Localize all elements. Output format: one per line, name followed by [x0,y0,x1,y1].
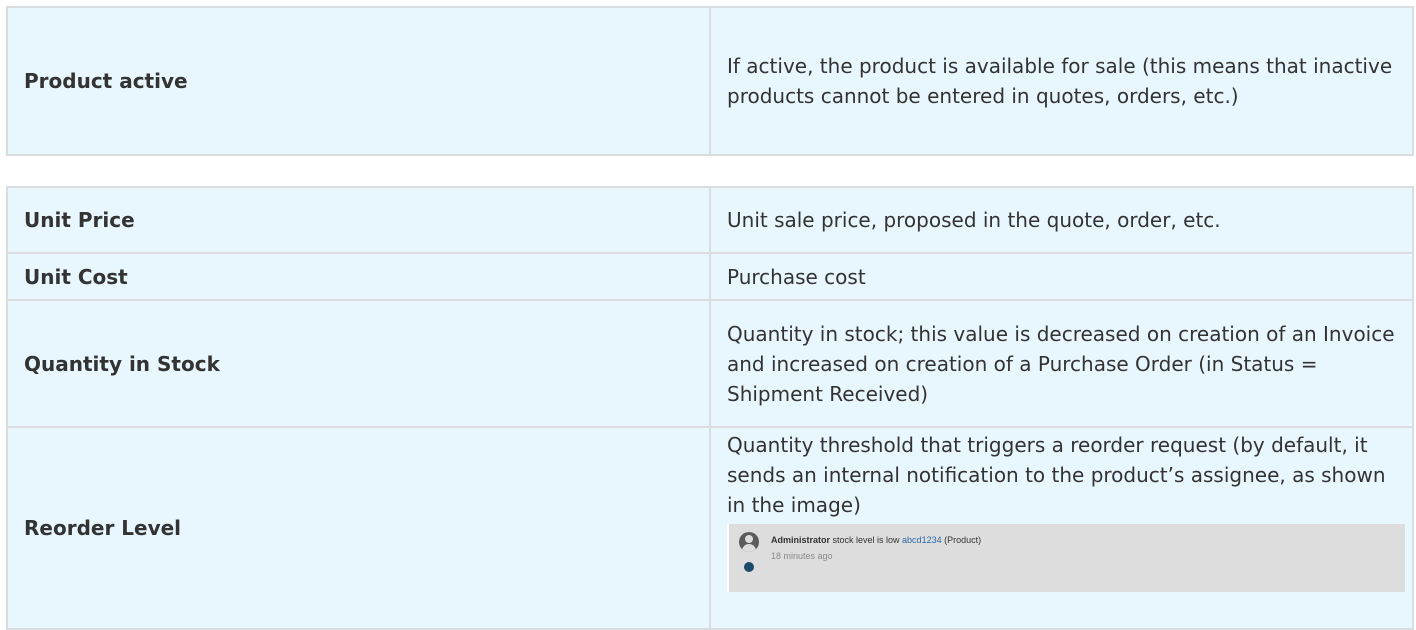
table-row: Reorder Level Quantity threshold that tr… [6,426,1414,630]
field-name: Unit Cost [6,252,711,301]
table-row: Quantity in Stock Quantity in stock; thi… [6,299,1414,428]
notification-suffix: (Product) [941,535,982,545]
table-row: Product active If active, the product is… [6,6,1414,156]
notification-user: Administrator [771,535,831,545]
product-link[interactable]: abcd1234 [902,535,942,545]
field-name: Product active [6,6,711,156]
field-description: Purchase cost [709,252,1414,301]
table-row: Unit Cost Purchase cost [6,252,1414,301]
notification-text: Administrator stock level is low abcd123… [771,534,981,546]
field-name: Unit Price [6,186,711,254]
product-active-table: Product active If active, the product is… [6,6,1414,156]
field-description: Quantity threshold that triggers a reord… [709,426,1414,630]
notification-message: stock level is low [830,535,903,545]
field-name: Reorder Level [6,426,711,630]
field-name: Quantity in Stock [6,299,711,428]
table-row: Unit Price Unit sale price, proposed in … [6,186,1414,254]
notification-time: 18 minutes ago [771,551,833,561]
notification-screenshot: Administrator stock level is low abcd123… [727,524,1405,592]
reorder-description: Quantity threshold that triggers a reord… [727,433,1386,517]
unread-dot-icon [744,562,754,572]
field-description: If active, the product is available for … [709,6,1414,156]
field-description: Quantity in stock; this value is decreas… [709,299,1414,428]
field-description: Unit sale price, proposed in the quote, … [709,186,1414,254]
user-avatar-icon [739,532,759,552]
product-pricing-table: Unit Price Unit sale price, proposed in … [6,186,1414,630]
